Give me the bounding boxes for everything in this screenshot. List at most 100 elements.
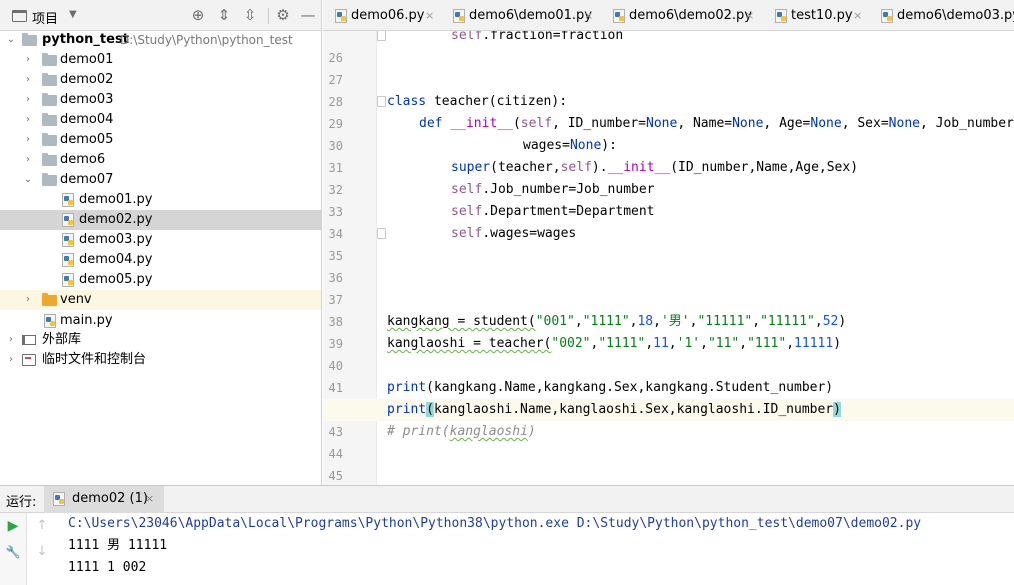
tab-demo06-py[interactable]: demo06.py × <box>323 0 441 30</box>
tree-item-main-py[interactable]: main.py <box>0 311 321 331</box>
tree-item-demo04[interactable]: › demo04 <box>0 110 321 130</box>
run-tab-demo02[interactable]: demo02 (1) × <box>44 486 164 513</box>
tree-item-python-test[interactable]: ⌄ python_test D:\Study\Python\python_tes… <box>0 30 321 50</box>
code-line[interactable]: 27 <box>323 47 1014 87</box>
code-line[interactable]: 35 self.wages=wages <box>323 223 1014 263</box>
close-icon[interactable]: × <box>853 0 862 30</box>
code-token: , <box>739 336 748 351</box>
play-icon[interactable]: ▶ <box>4 517 22 535</box>
tree-item-demo07[interactable]: ⌄ demo07 <box>0 170 321 190</box>
collapsed-arrow-icon[interactable]: › <box>22 50 34 70</box>
tree-item-demo02[interactable]: › demo02 <box>0 70 321 90</box>
tab-test10-py[interactable]: test10.py × <box>763 0 869 30</box>
code-line[interactable]: 30 def __init__(self, ID_number=None, Na… <box>323 113 1014 153</box>
console-output-line[interactable]: 1111 1 002 <box>68 557 146 579</box>
tree-item-scratches[interactable]: › 临时文件和控制台 <box>0 350 321 370</box>
code-token: "1111" <box>598 336 646 351</box>
folder-icon <box>42 113 57 126</box>
expanded-arrow-icon[interactable]: ⌄ <box>22 170 34 190</box>
code-token: "11" <box>707 336 740 351</box>
toolbar-divider <box>268 8 269 24</box>
library-icon <box>22 335 36 345</box>
code-token: .Job_number=Job_number <box>482 182 655 197</box>
code-line-current[interactable]: 43 print(kanglaoshi.Name,kanglaoshi.Sex,… <box>323 399 1014 439</box>
code-line[interactable]: 39 kangkang = student("001","1111",18,'男… <box>323 311 1014 351</box>
collapse-all-icon[interactable]: ⇳ <box>240 5 260 25</box>
tree-item-label: demo07 <box>60 172 114 187</box>
tab-demo6-demo02-py[interactable]: demo6\demo02.py × <box>601 0 763 30</box>
view-dropdown-icon[interactable]: ▼ <box>69 9 77 20</box>
code-line[interactable]: 29 class teacher(citizen): <box>323 91 1014 131</box>
tree-item-demo02-py[interactable]: demo02.py <box>0 210 321 230</box>
python-file-icon <box>62 253 74 267</box>
close-icon[interactable]: × <box>584 0 593 30</box>
collapsed-arrow-icon[interactable]: › <box>22 130 34 150</box>
fold-marker-icon[interactable] <box>377 228 386 239</box>
console-command-line[interactable]: C:\Users\23046\AppData\Local\Programs\Py… <box>68 513 921 535</box>
tree-item-label: demo01.py <box>79 192 153 207</box>
collapsed-arrow-icon[interactable]: › <box>22 290 34 310</box>
code-line[interactable]: 31 wages=None): <box>323 135 1014 175</box>
hide-panel-icon[interactable]: — <box>298 5 318 25</box>
code-token: def <box>419 116 443 131</box>
tree-item-label: demo03 <box>60 92 114 107</box>
project-view-title[interactable]: 项目 <box>32 8 58 27</box>
console-output-line[interactable]: 1111 男 11111 <box>68 535 167 557</box>
collapsed-arrow-icon[interactable]: › <box>22 150 34 170</box>
code-line[interactable]: 26 self.fraction=fraction <box>323 31 1014 65</box>
code-token: wages= <box>523 138 570 153</box>
code-token: .wages=wages <box>482 226 577 241</box>
locate-file-icon[interactable]: ⊕ <box>188 5 208 25</box>
code-line[interactable]: 33 self.Job_number=Job_number <box>323 179 1014 219</box>
code-line[interactable]: 45 <box>323 443 1014 483</box>
collapsed-arrow-icon[interactable]: › <box>22 70 34 90</box>
code-token: self <box>520 116 553 131</box>
collapsed-arrow-icon[interactable]: › <box>22 90 34 110</box>
code-line[interactable]: 34 self.Department=Department <box>323 201 1014 241</box>
tree-item-label: demo02 <box>60 72 114 87</box>
tree-item-demo01[interactable]: › demo01 <box>0 50 321 70</box>
tab-demo6-demo03-py[interactable]: demo6\demo03.py <box>869 0 1014 30</box>
expand-all-icon[interactable]: ⇕ <box>214 5 234 25</box>
close-icon[interactable]: × <box>425 0 434 30</box>
code-token: teacher(citizen): <box>426 94 568 109</box>
code-line[interactable]: 42 print(kangkang.Name,kangkang.Sex,kang… <box>323 377 1014 417</box>
tree-item-demo03-py[interactable]: demo03.py <box>0 230 321 250</box>
tree-item-demo01-py[interactable]: demo01.py <box>0 190 321 210</box>
code-line[interactable]: 32 super(teacher,self).__init__(ID_numbe… <box>323 157 1014 197</box>
tree-item-demo03[interactable]: › demo03 <box>0 90 321 110</box>
code-token: self <box>560 160 592 175</box>
code-line[interactable]: 28 <box>323 69 1014 109</box>
tree-item-demo05-py[interactable]: demo05.py <box>0 270 321 290</box>
tree-item-demo6[interactable]: › demo6 <box>0 150 321 170</box>
tree-item-label: python_test <box>42 32 129 47</box>
code-token: , <box>786 336 795 351</box>
fold-marker-icon[interactable] <box>377 96 386 107</box>
close-icon[interactable]: × <box>145 492 154 505</box>
code-token: __init__ <box>607 160 671 175</box>
code-line[interactable]: 41 <box>323 355 1014 395</box>
collapsed-arrow-icon[interactable]: › <box>5 350 17 370</box>
wrench-icon[interactable]: 🔧 <box>4 543 22 561</box>
tab-demo6-demo01-py[interactable]: demo6\demo01.py × <box>441 0 601 30</box>
code-line[interactable]: 38 <box>323 289 1014 329</box>
tree-item-external-libraries[interactable]: › 外部库 <box>0 330 321 350</box>
up-arrow-icon[interactable]: ↑ <box>33 517 51 535</box>
expanded-arrow-icon[interactable]: ⌄ <box>5 30 17 50</box>
down-arrow-icon[interactable]: ↓ <box>33 543 51 561</box>
tree-item-demo04-py[interactable]: demo04.py <box>0 250 321 270</box>
tree-item-venv[interactable]: › venv <box>0 290 321 310</box>
code-editor[interactable]: 26 self.fraction=fraction 27 28 29 class… <box>323 31 1014 485</box>
fold-marker-icon[interactable] <box>377 31 386 41</box>
collapsed-arrow-icon[interactable]: › <box>22 110 34 130</box>
close-icon[interactable]: × <box>745 0 754 30</box>
code-token: print <box>387 402 427 417</box>
code-line[interactable]: 44 # print(kanglaoshi) <box>323 421 1014 461</box>
code-line[interactable]: 37 <box>323 267 1014 307</box>
code-token: __init__ <box>450 116 513 131</box>
code-line[interactable]: 36 <box>323 245 1014 285</box>
collapsed-arrow-icon[interactable]: › <box>5 330 17 350</box>
tree-item-demo05[interactable]: › demo05 <box>0 130 321 150</box>
code-line[interactable]: 40 kanglaoshi = teacher("002","1111",11,… <box>323 333 1014 373</box>
gear-icon[interactable]: ⚙ <box>273 5 293 25</box>
